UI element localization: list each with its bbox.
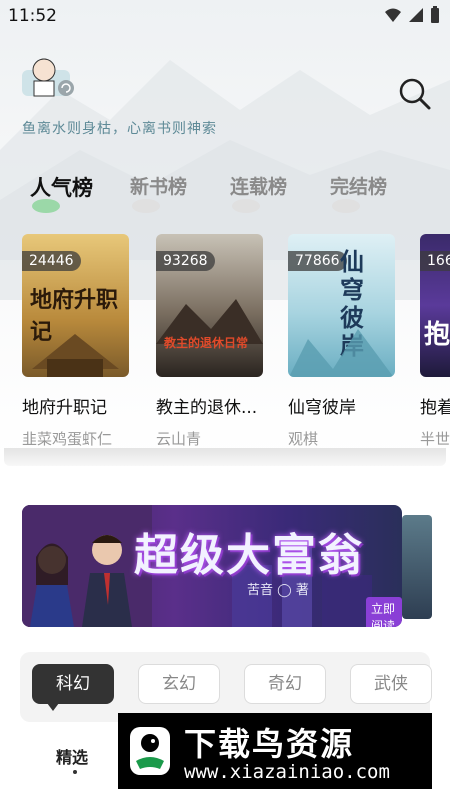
cover-title: 抱	[424, 320, 450, 350]
genre-fantasy[interactable]: 奇幻	[244, 664, 326, 704]
cloud-icon	[232, 199, 260, 213]
popularity-count: 77866	[288, 251, 347, 271]
tab-popular[interactable]: 人气榜	[30, 172, 130, 213]
popularity-count: 166	[420, 251, 450, 271]
tab-new[interactable]: 新书榜	[130, 172, 230, 213]
watermark-url: www.xiazainiao.com	[184, 761, 390, 783]
book-cover[interactable]: 93268 教主的退休日常	[156, 234, 263, 377]
popularity-count: 93268	[156, 251, 215, 271]
sub-tab-featured[interactable]: 精选	[56, 744, 88, 768]
book-cover[interactable]: 24446 地府升职记	[22, 234, 129, 377]
popularity-count: 24446	[22, 251, 81, 271]
book-card[interactable]: 77866 仙穹彼岸 仙穹彼岸 观棋	[288, 234, 396, 448]
cloud-icon	[32, 199, 60, 213]
tab-label: 新书榜	[130, 176, 188, 198]
book-author: 韭菜鸡蛋虾仁	[22, 430, 113, 448]
genre-xuanhuan[interactable]: 玄幻	[138, 664, 220, 704]
tab-finished[interactable]: 完结榜	[330, 172, 430, 213]
book-author: 半世	[420, 430, 450, 448]
book-cover[interactable]: 166 抱	[420, 234, 450, 377]
signal-icon	[409, 8, 423, 22]
banner-title: 超级大富翁	[134, 530, 364, 581]
genre-tabs: 科幻 玄幻 奇幻 武侠	[20, 652, 432, 722]
tab-label: 连载榜	[230, 176, 288, 198]
cover-title: 教主的退休日常	[164, 336, 249, 350]
banner-author: 苦音 ◯ 著	[247, 583, 309, 598]
user-avatar[interactable]	[22, 52, 76, 98]
status-time: 11:52	[8, 6, 57, 26]
book-card[interactable]: 93268 教主的退休日常 教主的退休... 云山青	[156, 234, 264, 448]
genre-wuxia[interactable]: 武侠	[350, 664, 432, 704]
watermark: 下载鸟资源 www.xiazainiao.com	[118, 713, 432, 789]
next-banner-preview[interactable]	[402, 515, 432, 619]
active-indicator	[73, 770, 77, 774]
rank-tabs: 人气榜 新书榜 连载榜 完结榜	[30, 172, 430, 213]
palace-illustration	[32, 334, 119, 377]
book-cover[interactable]: 77866 仙穹彼岸	[288, 234, 395, 377]
genre-scifi[interactable]: 科幻	[32, 664, 114, 711]
book-card[interactable]: 24446 地府升职记 地府升职记 韭菜鸡蛋虾仁	[22, 234, 130, 448]
search-icon	[399, 78, 431, 110]
book-title: 地府升职记	[22, 398, 107, 418]
watermark-title: 下载鸟资源	[184, 725, 355, 763]
book-card[interactable]: 166 抱 抱着 半世	[420, 234, 450, 448]
wifi-icon	[385, 8, 401, 22]
characters-illustration	[22, 505, 152, 627]
slogan-text: 鱼离水则身枯，心离书则神索	[22, 121, 217, 137]
book-title: 仙穹彼岸	[288, 398, 356, 418]
search-button[interactable]	[398, 77, 432, 111]
status-icons	[384, 6, 440, 24]
book-list: 24446 地府升职记 地府升职记 韭菜鸡蛋虾仁 93268 教主的退休日常 教…	[22, 234, 450, 448]
book-title: 教主的退休...	[156, 398, 258, 418]
shelf-divider	[4, 448, 446, 466]
bird-logo-icon	[130, 727, 170, 775]
tab-serial[interactable]: 连载榜	[230, 172, 330, 213]
book-author: 观棋	[288, 430, 319, 448]
status-bar: 11:52	[0, 0, 450, 32]
mountain-illustration	[289, 329, 394, 377]
battery-icon	[431, 6, 439, 23]
tab-label: 完结榜	[330, 176, 388, 198]
promo-banner[interactable]: 超级大富翁 苦音 ◯ 著 立即阅读	[22, 505, 402, 627]
cloud-icon	[332, 199, 360, 213]
read-now-button[interactable]: 立即阅读	[366, 597, 402, 627]
cloud-icon	[132, 199, 160, 213]
book-title: 抱着	[420, 398, 450, 418]
avatar-icon	[22, 58, 74, 97]
book-author: 云山青	[156, 430, 202, 448]
